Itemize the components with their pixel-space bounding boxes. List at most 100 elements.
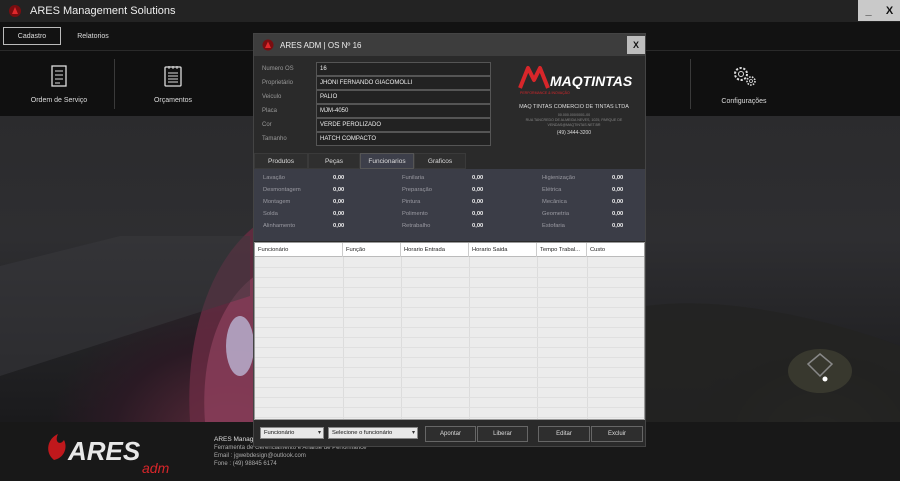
stat-label: Preparação — [402, 186, 432, 193]
stat-lavacao: Lavação 0,00 — [263, 172, 344, 183]
tamanho-value[interactable]: HATCH COMPACTO — [316, 132, 491, 146]
tab-produtos[interactable]: Produtos — [254, 153, 308, 169]
company-name: MAQ TINTAS COMERCIO DE TINTAS LTDA — [519, 104, 629, 110]
stat-label: Alinhamento — [263, 222, 296, 229]
menu-cadastro[interactable]: Cadastro — [3, 27, 61, 45]
stat-retrabalho: Retrabalho 0,00 — [402, 220, 483, 231]
funcionarios-table[interactable]: Funcionário Função Horario Entrada Horar… — [254, 242, 645, 420]
select-value: Selecione o funcionário — [332, 430, 393, 436]
stat-higienizacao: Higienização 0,00 — [542, 172, 623, 183]
stat-label: Retrabalho — [402, 222, 431, 229]
chevron-down-icon: ▾ — [317, 430, 321, 436]
stat-value: 0,00 — [333, 186, 345, 193]
row-divider — [255, 407, 644, 408]
stat-polimento: Polimento 0,00 — [402, 208, 483, 219]
ares-adm-logo: ARES adm — [48, 434, 170, 474]
column-header-tempo-trabalhado[interactable]: Tempo Trabal... — [537, 243, 587, 257]
column-divider — [469, 257, 470, 419]
ribbon-label: Configurações — [721, 97, 767, 105]
minimize-button[interactable]: _ — [858, 0, 879, 21]
company-logo-text: MAQTINTAS — [550, 73, 633, 89]
stat-label: Estofaria — [542, 222, 565, 229]
stat-desmontagem: Desmontagem 0,00 — [263, 184, 344, 195]
window-title: ARES Management Solutions — [30, 5, 176, 17]
tab-funcionarios[interactable]: Funcionarios — [360, 153, 414, 169]
field-label: Numero OS — [262, 66, 294, 72]
stat-value: 0,00 — [333, 174, 345, 181]
menu-relatorios[interactable]: Relatorios — [66, 27, 120, 45]
stat-value: 0,00 — [333, 210, 345, 217]
stat-value: 0,00 — [472, 198, 484, 205]
stat-value: 0,00 — [333, 198, 345, 205]
field-placa: Placa MJM-4050 — [262, 104, 491, 118]
ribbon-ordem-servico[interactable]: Ordem de Serviço — [20, 51, 98, 117]
stat-value: 0,00 — [472, 210, 484, 217]
ribbon-configuracoes[interactable]: Configurações — [710, 51, 778, 117]
funcionario-select[interactable]: Selecione o funcionário ▾ — [328, 427, 418, 439]
column-header-funcao[interactable]: Função — [343, 243, 401, 257]
footer-email-label: Email — [214, 453, 230, 459]
funcionario-filter-select[interactable]: Funcionário ▾ — [260, 427, 324, 439]
company-address-3: VENDAS@MAQTINTAS.NET.BR — [547, 123, 601, 127]
apontar-button[interactable]: Apontar — [425, 426, 476, 442]
modal-title: ARES ADM | OS Nº 16 — [280, 40, 362, 50]
column-header-horario-saida[interactable]: Horario Saida — [469, 243, 537, 257]
os-modal: ARES ADM | OS Nº 16 X Numero OS 16 Propr… — [253, 33, 646, 447]
row-divider — [255, 367, 644, 368]
row-divider — [255, 307, 644, 308]
title-bar: ARES Management Solutions — [0, 0, 900, 22]
company-logo-tagline: PERFORMANCE & INOVAÇÃO — [520, 90, 570, 95]
row-divider — [255, 377, 644, 378]
row-divider — [255, 357, 644, 358]
brand-main: ARES — [67, 436, 141, 466]
stat-solda: Solda 0,00 — [263, 208, 344, 219]
numero-os-value[interactable]: 16 — [316, 62, 491, 76]
close-button[interactable]: X — [879, 0, 900, 21]
footer-phone: (49) 98845 6174 — [232, 461, 277, 467]
placa-value[interactable]: MJM-4050 — [316, 104, 491, 118]
row-divider — [255, 397, 644, 398]
field-cor: Cor VERDE PEROLIZADO — [262, 118, 491, 132]
list-icon — [164, 65, 182, 87]
table-header: Funcionário Função Horario Entrada Horar… — [255, 243, 644, 257]
stat-label: Desmontagem — [263, 186, 301, 193]
liberar-button[interactable]: Liberar — [477, 426, 528, 442]
field-numero-os: Numero OS 16 — [262, 62, 491, 76]
editar-button[interactable]: Editar — [538, 426, 590, 442]
stat-value: 0,00 — [472, 222, 484, 229]
field-tamanho: Tamanho HATCH COMPACTO — [262, 132, 491, 146]
tab-pecas[interactable]: Peças — [308, 153, 360, 169]
ribbon-orcamentos[interactable]: Orçamentos — [135, 51, 211, 117]
ares-logo-icon — [262, 39, 274, 51]
stat-label: Higienização — [542, 174, 576, 181]
column-header-custo[interactable]: Custo — [587, 243, 644, 257]
column-header-funcionario[interactable]: Funcionário — [255, 243, 343, 257]
gears-icon — [734, 66, 756, 86]
field-label: Placa — [262, 108, 278, 114]
stat-value: 0,00 — [612, 174, 624, 181]
veiculo-value[interactable]: PALIO — [316, 90, 491, 104]
cor-value[interactable]: VERDE PEROLIZADO — [316, 118, 491, 132]
column-divider — [587, 257, 588, 419]
stat-preparacao: Preparação 0,00 — [402, 184, 483, 195]
excluir-button[interactable]: Excluir — [591, 426, 643, 442]
row-divider — [255, 327, 644, 328]
column-divider — [537, 257, 538, 419]
stat-label: Solda — [263, 210, 278, 217]
company-info: MAQTINTAS PERFORMANCE & INOVAÇÃO MAQ TIN… — [504, 62, 644, 136]
stat-label: Montagem — [263, 198, 291, 205]
proprietario-value[interactable]: JHONI FERNANDO GIACOMOLLI — [316, 76, 491, 90]
column-header-horario-entrada[interactable]: Horario Entrada — [401, 243, 469, 257]
field-label: Tamanho — [262, 136, 287, 142]
modal-close-button[interactable]: X — [627, 36, 645, 54]
footer-phone-label: Fone — [214, 461, 228, 467]
company-phone: (49) 3444-3200 — [556, 130, 592, 136]
tab-graficos[interactable]: Graficos — [414, 153, 466, 169]
select-value: Funcionário — [264, 430, 295, 436]
modal-tabs: Produtos Peças Funcionarios Graficos — [254, 153, 645, 169]
stat-label: Lavação — [263, 174, 285, 181]
row-divider — [255, 317, 644, 318]
stat-value: 0,00 — [612, 198, 624, 205]
ribbon-divider — [690, 59, 691, 109]
row-divider — [255, 277, 644, 278]
